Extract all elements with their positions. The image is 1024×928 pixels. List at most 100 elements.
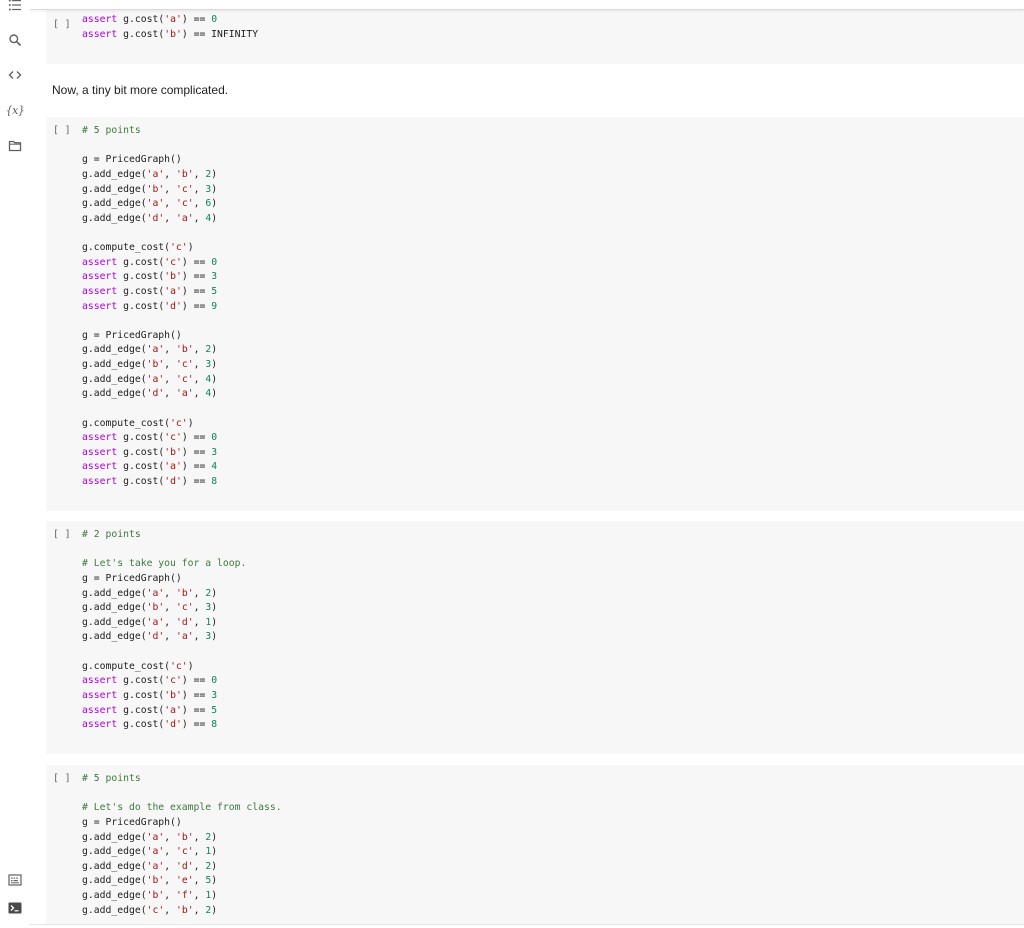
code-token-plain: g = PricedGraph()	[82, 816, 182, 828]
code-line: g.add_edge('a', 'c', 4)	[82, 373, 1014, 388]
code-line: g.add_edge('b', 'e', 5)	[82, 874, 1014, 889]
code-token-plain: g.add_edge(	[82, 373, 147, 385]
code-token-string: 'a'	[146, 831, 165, 843]
code-token-plain: g = PricedGraph()	[82, 154, 182, 166]
code-token-string: 'a'	[146, 344, 165, 356]
code-token-plain: ,	[193, 890, 206, 901]
code-token-plain: ) ==	[181, 446, 212, 458]
code-line: assert g.cost('b') == 3	[82, 689, 1014, 704]
code-token-string: 'c'	[164, 256, 182, 268]
code-line: assert g.cost('a') == 5	[82, 285, 1014, 300]
code-token-number: 8	[211, 719, 218, 731]
code-token-string: 'b'	[175, 344, 194, 356]
code-token-plain: g.add_edge(	[82, 631, 147, 643]
code-token-string: 'c'	[175, 602, 194, 614]
code-token-comment: # 2 points	[82, 529, 141, 540]
code-token-plain: ,	[164, 890, 176, 901]
code-token-string: 'c'	[175, 183, 194, 195]
run-cell-button[interactable]: [ ]	[53, 772, 71, 787]
code-token-string: 'b'	[164, 28, 182, 40]
code-token-plain: g = PricedGraph()	[82, 572, 182, 584]
code-editor[interactable]: # 5 points # Let's do the example from cl…	[82, 772, 1014, 918]
code-line: assert g.cost('c') == 0	[82, 674, 1014, 689]
terminal-icon[interactable]	[6, 899, 24, 917]
code-token-string: 'd'	[175, 616, 194, 628]
search-icon[interactable]	[6, 31, 24, 49]
code-token-keyword: assert	[82, 285, 118, 297]
code-token-plain: g.add_edge(	[82, 587, 147, 599]
code-token-plain: g.add_edge(	[82, 904, 147, 916]
code-token-keyword: assert	[82, 675, 118, 687]
code-editor[interactable]: # 2 points # Let's take you for a loop. g …	[82, 528, 1014, 733]
code-token-plain: ) ==	[181, 476, 212, 487]
code-token-number: 3	[211, 271, 218, 283]
code-token-string: 'c'	[170, 417, 188, 429]
code-token-string: 'a'	[146, 168, 165, 180]
code-token-string: 'd'	[164, 300, 182, 312]
code-token-plain: ,	[164, 602, 176, 614]
code-token-plain: ,	[193, 904, 206, 916]
code-token-keyword: assert	[82, 719, 118, 731]
code-snippets-icon[interactable]	[6, 66, 24, 84]
code-token-plain: ,	[193, 168, 206, 180]
code-cell[interactable]: [ ] # 5 points g = PricedGraph() g.add_edge…	[46, 117, 1024, 511]
code-token-comment: # Let's take you for a loop.	[82, 558, 247, 570]
code-token-plain: g.add_edge(	[82, 602, 147, 614]
code-token-keyword: assert	[82, 432, 118, 444]
code-token-plain: ,	[193, 198, 206, 210]
code-line: assert g.cost('a') == 5	[82, 704, 1014, 719]
text-cell[interactable]: Now, a tiny bit more complicated.	[46, 65, 1024, 116]
code-token-plain: g.add_edge(	[82, 875, 147, 887]
code-token-comment: # 5 points	[82, 773, 141, 784]
code-token-plain: ) ==	[181, 271, 212, 283]
code-line: assert g.cost('a') == 4	[82, 460, 1014, 475]
code-token-plain: g.cost(	[117, 704, 165, 716]
code-token-string: 'd'	[164, 476, 182, 487]
code-line: g = PricedGraph()	[82, 572, 1014, 587]
code-editor[interactable]: # 5 points g = PricedGraph() g.add_edge('a…	[82, 124, 1014, 490]
code-token-number: 3	[211, 446, 218, 458]
code-token-plain: ) ==	[181, 14, 212, 25]
code-line: g.add_edge('d', 'a', 3)	[82, 630, 1014, 645]
table-of-contents-icon[interactable]	[6, 0, 24, 14]
notebook-area: [ ] assert g.cost('a') == 0 assert g.cost(…	[30, 0, 1024, 924]
code-token-number: 8	[211, 476, 218, 487]
files-icon[interactable]	[6, 137, 24, 155]
code-token-plain: g.add_edge(	[82, 168, 147, 180]
code-token-string: 'a'	[164, 704, 182, 716]
code-editor[interactable]: assert g.cost('a') == 0 assert g.cost('b'…	[82, 13, 1014, 42]
code-cell[interactable]: [ ] # 5 points # Let's do the example from…	[46, 765, 1024, 924]
run-cell-button[interactable]: [ ]	[53, 18, 71, 33]
code-token-plain: ,	[164, 212, 176, 224]
code-token-plain: ,	[193, 359, 206, 370]
code-line: g = PricedGraph()	[82, 329, 1014, 344]
code-token-string: 'd'	[146, 388, 165, 400]
code-token-plain: )	[211, 587, 218, 599]
code-token-plain: g.add_edge(	[82, 846, 147, 858]
variables-glyph: {x}	[5, 103, 25, 117]
code-token-plain: g.add_edge(	[82, 359, 147, 370]
code-token-plain: g.cost(	[117, 14, 165, 25]
code-cell[interactable]: [ ] # 2 points # Let's take you for a loop…	[46, 521, 1024, 754]
code-token-plain: )	[211, 904, 218, 916]
code-line: g.add_edge('c', 'b', 2)	[82, 904, 1014, 919]
code-token-plain: )	[187, 660, 194, 672]
code-token-number: 3	[211, 689, 218, 701]
run-cell-button[interactable]: [ ]	[53, 528, 71, 543]
code-token-plain: ) ==	[181, 300, 212, 312]
code-token-plain: )	[211, 875, 218, 887]
command-palette-icon[interactable]	[6, 871, 24, 889]
code-token-number: 0	[211, 675, 218, 687]
run-cell-button[interactable]: [ ]	[53, 124, 71, 139]
code-cell[interactable]: [ ] assert g.cost('a') == 0 assert g.cost(…	[46, 10, 1024, 64]
variables-icon[interactable]: {x}	[5, 101, 25, 119]
code-token-plain: ,	[164, 904, 176, 916]
code-token-string: 'd'	[175, 860, 194, 872]
code-token-plain: ,	[193, 373, 206, 385]
code-line: # Let's take you for a loop.	[82, 557, 1014, 572]
code-line: g.add_edge('a', 'b', 2)	[82, 343, 1014, 358]
code-line: g.compute_cost('c')	[82, 241, 1014, 256]
code-token-string: 'b'	[146, 890, 165, 901]
code-token-plain: ,	[164, 388, 176, 400]
